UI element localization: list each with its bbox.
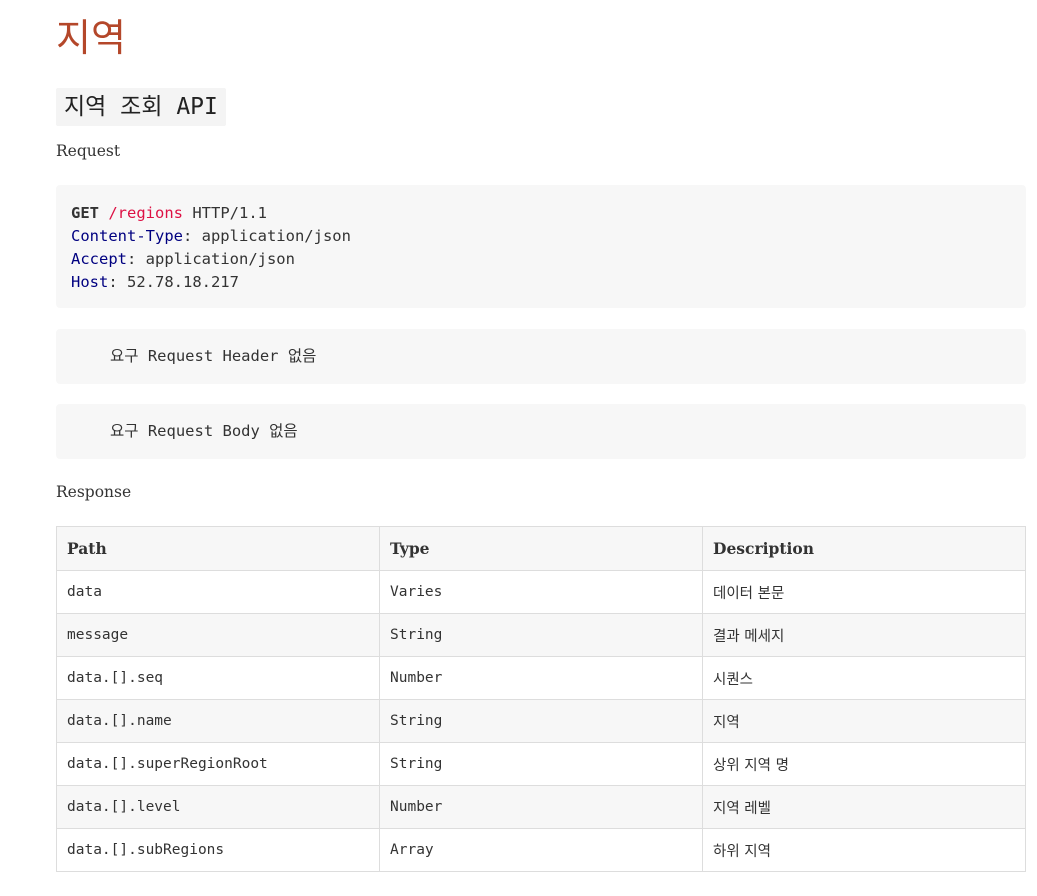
- field-description: 상위 지역 명: [702, 742, 1026, 786]
- header-value: : 52.78.18.217: [108, 273, 239, 291]
- section-title: 지역 조회 API: [56, 88, 226, 126]
- field-path: data.[].seq: [56, 656, 380, 700]
- request-header-note: 요구 Request Header 없음: [56, 329, 1026, 384]
- header-key: Accept: [71, 250, 127, 268]
- request-line: GET /regions HTTP/1.1: [71, 202, 1011, 225]
- table-row: data.[].name String 지역: [56, 699, 1026, 743]
- field-type: Array: [379, 828, 703, 872]
- header-key: Host: [71, 273, 109, 291]
- header-line: Accept: application/json: [71, 248, 1011, 271]
- table-row: data.[].superRegionRoot String 상위 지역 명: [56, 742, 1026, 786]
- header-value: : application/json: [127, 250, 295, 268]
- field-path: data.[].superRegionRoot: [56, 742, 380, 786]
- header-line: Host: 52.78.18.217: [71, 271, 1011, 294]
- field-description: 시퀀스: [702, 656, 1026, 700]
- request-label: Request: [56, 142, 121, 160]
- field-type: Number: [379, 656, 703, 700]
- field-path: message: [56, 613, 380, 657]
- http-method: GET: [71, 204, 99, 222]
- field-path: data.[].name: [56, 699, 380, 743]
- field-path: data.[].level: [56, 785, 380, 829]
- field-type: String: [379, 699, 703, 743]
- field-type: String: [379, 742, 703, 786]
- header-key: Content-Type: [71, 227, 183, 245]
- table-row: data.[].seq Number 시퀀스: [56, 656, 1026, 700]
- response-label: Response: [56, 483, 132, 501]
- page-title: 지역: [56, 16, 126, 60]
- column-header-path: Path: [56, 526, 380, 571]
- field-path: data: [56, 570, 380, 614]
- field-description: 지역 레벨: [702, 785, 1026, 829]
- field-type: String: [379, 613, 703, 657]
- request-code-block: GET /regions HTTP/1.1 Content-Type: appli…: [56, 185, 1026, 308]
- field-description: 지역: [702, 699, 1026, 743]
- table-row: data Varies 데이터 본문: [56, 570, 1026, 614]
- field-type: Number: [379, 785, 703, 829]
- field-description: 결과 메세지: [702, 613, 1026, 657]
- field-description: 데이터 본문: [702, 570, 1026, 614]
- field-path: data.[].subRegions: [56, 828, 380, 872]
- column-header-description: Description: [702, 526, 1026, 571]
- field-type: Varies: [379, 570, 703, 614]
- table-row: data.[].level Number 지역 레벨: [56, 785, 1026, 829]
- table-row: data.[].subRegions Array 하위 지역: [56, 828, 1026, 872]
- column-header-type: Type: [379, 526, 703, 571]
- table-header-row: Path Type Description: [56, 526, 1026, 571]
- request-body-note: 요구 Request Body 없음: [56, 404, 1026, 459]
- response-fields-table: Path Type Description data Varies 데이터 본문…: [56, 526, 1026, 872]
- header-line: Content-Type: application/json: [71, 225, 1011, 248]
- http-path: /regions: [108, 204, 183, 222]
- header-value: : application/json: [182, 227, 351, 245]
- field-description: 하위 지역: [702, 828, 1026, 872]
- table-row: message String 결과 메세지: [56, 613, 1026, 657]
- http-protocol: HTTP/1.1: [183, 204, 267, 222]
